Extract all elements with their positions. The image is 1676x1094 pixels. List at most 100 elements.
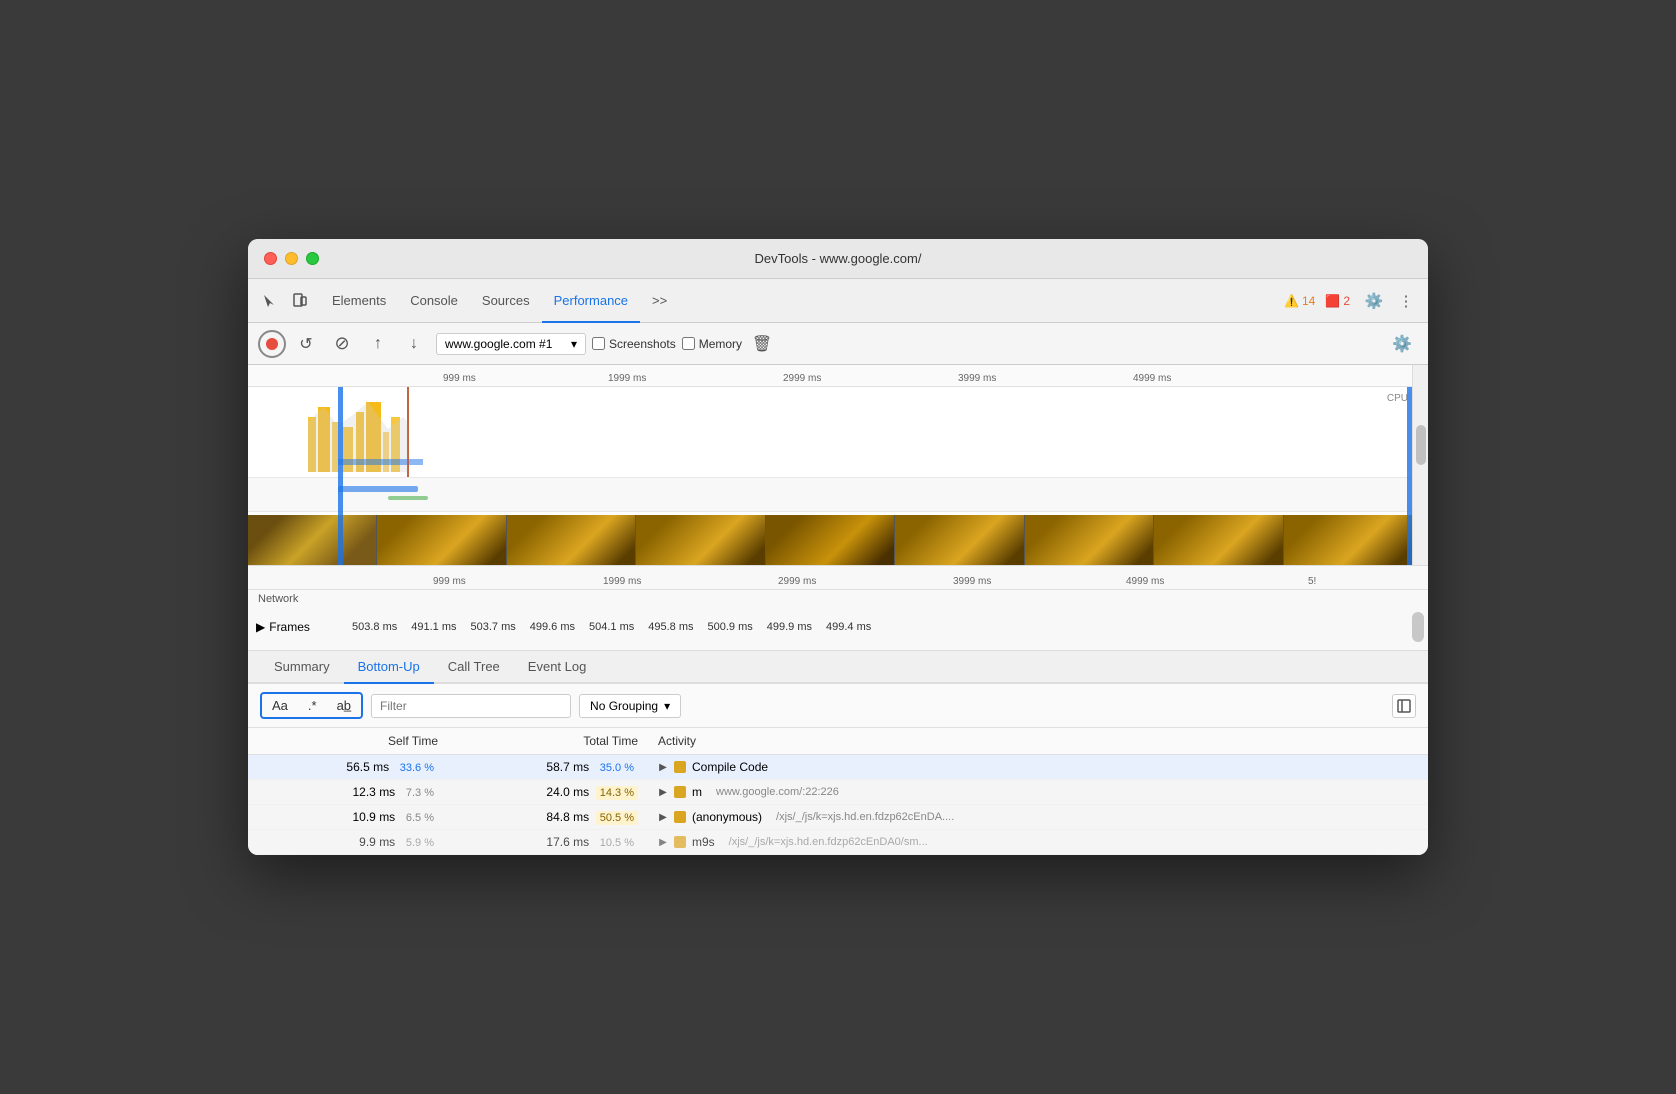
activity-name-3: (anonymous) bbox=[692, 810, 762, 824]
clear-button[interactable]: ⊘ bbox=[328, 330, 356, 358]
frame-time-7: 500.9 ms bbox=[704, 619, 757, 635]
header-self-time[interactable]: Self Time bbox=[248, 728, 448, 755]
total-time-val-3: 84.8 ms bbox=[546, 810, 589, 824]
scrollbar[interactable] bbox=[1412, 365, 1428, 565]
frame-time-6: 495.8 ms bbox=[644, 619, 697, 635]
tab-console[interactable]: Console bbox=[398, 279, 470, 323]
frame-time-3: 503.7 ms bbox=[467, 619, 520, 635]
frames-row: ▶ Frames 503.8 ms 491.1 ms 503.7 ms 499.… bbox=[248, 608, 1428, 646]
frames-scrollbar-thumb[interactable] bbox=[1412, 612, 1424, 642]
screenshots-checkbox-input[interactable] bbox=[592, 337, 605, 350]
tab-elements[interactable]: Elements bbox=[320, 279, 398, 323]
total-pct-4: 10.5 % bbox=[596, 836, 638, 850]
activity-color-3 bbox=[674, 811, 686, 823]
filter-regex-btn[interactable]: .* bbox=[298, 694, 327, 717]
table-row[interactable]: 9.9 ms 5.9 % 17.6 ms 10.5 % ▶ m9s bbox=[248, 830, 1428, 855]
data-table-container: Self Time Total Time Activity 56.5 ms 33… bbox=[248, 728, 1428, 855]
profile-selector[interactable]: www.google.com #1 ▾ bbox=[436, 333, 586, 355]
table-row[interactable]: 12.3 ms 7.3 % 24.0 ms 14.3 % ▶ m bbox=[248, 780, 1428, 805]
download-button[interactable]: ↓ bbox=[400, 330, 428, 358]
maximize-button[interactable] bbox=[306, 252, 319, 265]
filter-input[interactable] bbox=[371, 694, 571, 718]
activity-cell-4: ▶ m9s /xjs/_/js/k=xjs.hd.en.fdzp62cEnDA0… bbox=[658, 835, 1418, 849]
tab-sources[interactable]: Sources bbox=[470, 279, 542, 323]
activity-url-4: /xjs/_/js/k=xjs.hd.en.fdzp62cEnDA0/sm... bbox=[729, 836, 928, 848]
scrollbar-thumb[interactable] bbox=[1416, 425, 1426, 465]
device-icon[interactable] bbox=[286, 287, 314, 315]
table-row[interactable]: 56.5 ms 33.6 % 58.7 ms 35.0 % ▶ Compile bbox=[248, 755, 1428, 780]
frames-label[interactable]: ▶ Frames bbox=[248, 620, 348, 634]
cell-total-time-4: 17.6 ms 10.5 % bbox=[448, 830, 648, 855]
table-row[interactable]: 10.9 ms 6.5 % 84.8 ms 50.5 % ▶ (anonymou bbox=[248, 805, 1428, 830]
tab-call-tree[interactable]: Call Tree bbox=[434, 651, 514, 684]
warning-count: 14 bbox=[1302, 294, 1315, 308]
devtools-window: DevTools - www.google.com/ Elements Cons… bbox=[248, 239, 1428, 855]
filter-case-btn[interactable]: Aa bbox=[262, 694, 298, 717]
screenshot-2 bbox=[377, 515, 506, 565]
filter-word-btn[interactable]: ab̲ bbox=[327, 694, 361, 717]
expand-icon-1[interactable]: ▶ bbox=[658, 762, 668, 773]
tab-performance[interactable]: Performance bbox=[542, 279, 640, 323]
tab-bottom-up[interactable]: Bottom-Up bbox=[344, 651, 434, 684]
delete-button[interactable]: 🗑 bbox=[748, 330, 776, 358]
lower-ruler: 999 ms 1999 ms 2999 ms 3999 ms 4999 ms 5… bbox=[248, 570, 1428, 590]
cursor-icon[interactable] bbox=[256, 287, 284, 315]
cell-self-time-4: 9.9 ms 5.9 % bbox=[248, 830, 448, 855]
tab-event-log[interactable]: Event Log bbox=[514, 651, 601, 684]
error-badge[interactable]: 🟥 2 bbox=[1325, 294, 1350, 308]
screenshot-6 bbox=[895, 515, 1024, 565]
error-count: 2 bbox=[1343, 294, 1350, 308]
collapse-button[interactable] bbox=[1392, 694, 1416, 718]
screenshots-strip bbox=[248, 515, 1412, 565]
network-label: Network bbox=[258, 593, 298, 605]
grouping-select[interactable]: No Grouping ▾ bbox=[579, 694, 681, 718]
tab-summary[interactable]: Summary bbox=[260, 651, 344, 684]
titlebar: DevTools - www.google.com/ bbox=[248, 239, 1428, 279]
header-total-time[interactable]: Total Time bbox=[448, 728, 648, 755]
cell-activity-1: ▶ Compile Code bbox=[648, 755, 1428, 780]
ruler-mark-5: 4999 ms bbox=[1133, 373, 1171, 384]
frame-time-9: 499.4 ms bbox=[822, 619, 875, 635]
frames-data: 503.8 ms 491.1 ms 503.7 ms 499.6 ms 504.… bbox=[348, 619, 1412, 635]
memory-checkbox-input[interactable] bbox=[682, 337, 695, 350]
settings-icon[interactable]: ⚙️ bbox=[1360, 287, 1388, 315]
memory-label: Memory bbox=[699, 337, 742, 351]
self-pct-3: 6.5 % bbox=[402, 811, 438, 825]
warning-icon: ⚠️ bbox=[1284, 294, 1299, 308]
memory-checkbox[interactable]: Memory bbox=[682, 337, 742, 351]
upload-button[interactable]: ↑ bbox=[364, 330, 392, 358]
minimize-button[interactable] bbox=[285, 252, 298, 265]
bottom-tabs: Summary Bottom-Up Call Tree Event Log bbox=[248, 651, 1428, 684]
more-icon[interactable]: ⋮ bbox=[1392, 287, 1420, 315]
selection-handle-left[interactable] bbox=[338, 387, 343, 565]
grouping-label: No Grouping bbox=[590, 699, 658, 713]
filter-buttons: Aa .* ab̲ bbox=[260, 692, 363, 719]
frame-time-8: 499.9 ms bbox=[763, 619, 816, 635]
total-time-val-4: 17.6 ms bbox=[546, 835, 589, 849]
screenshots-checkbox[interactable]: Screenshots bbox=[592, 337, 676, 351]
frame-time-2: 491.1 ms bbox=[407, 619, 460, 635]
cell-activity-4: ▶ m9s /xjs/_/js/k=xjs.hd.en.fdzp62cEnDA0… bbox=[648, 830, 1428, 855]
expand-icon-4[interactable]: ▶ bbox=[658, 837, 668, 848]
screenshot-3 bbox=[507, 515, 636, 565]
screenshot-1 bbox=[248, 515, 377, 565]
selection-handle-right[interactable] bbox=[1407, 387, 1412, 565]
activity-url-3: /xjs/_/js/k=xjs.hd.en.fdzp62cEnDA.... bbox=[776, 811, 954, 823]
perf-settings-button[interactable]: ⚙️ bbox=[1388, 330, 1416, 358]
tab-more[interactable]: >> bbox=[640, 279, 679, 323]
total-time-val-1: 58.7 ms bbox=[546, 760, 589, 774]
screenshots-label: Screenshots bbox=[609, 337, 676, 351]
reload-button[interactable]: ↺ bbox=[292, 330, 320, 358]
lower-mark-2: 1999 ms bbox=[603, 576, 641, 587]
self-time-val-2: 12.3 ms bbox=[353, 785, 396, 799]
header-activity[interactable]: Activity bbox=[648, 728, 1428, 755]
expand-icon-3[interactable]: ▶ bbox=[658, 812, 668, 823]
cell-total-time-1: 58.7 ms 35.0 % bbox=[448, 755, 648, 780]
profile-name: www.google.com #1 bbox=[445, 337, 552, 351]
cell-activity-2: ▶ m www.google.com/:22:226 bbox=[648, 780, 1428, 805]
warning-badge[interactable]: ⚠️ 14 bbox=[1284, 294, 1315, 308]
record-button[interactable] bbox=[258, 330, 286, 358]
dropdown-arrow-icon: ▾ bbox=[571, 337, 577, 351]
close-button[interactable] bbox=[264, 252, 277, 265]
expand-icon-2[interactable]: ▶ bbox=[658, 787, 668, 798]
